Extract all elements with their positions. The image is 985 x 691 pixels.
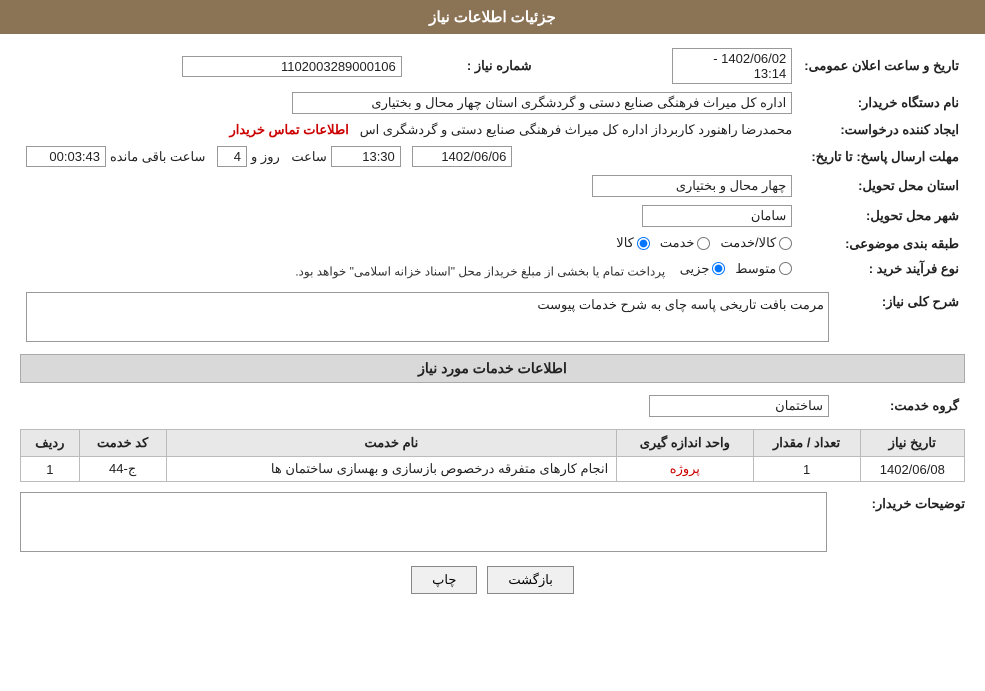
purchase-jozei-label: جزیی	[680, 261, 710, 277]
creator-label: ایجاد کننده درخواست:	[798, 118, 965, 142]
cell-qty: 1	[753, 457, 860, 482]
col-code: کد خدمت	[79, 430, 166, 457]
service-group-row: گروه خدمت: ساختمان	[20, 391, 965, 421]
category-kala-radio[interactable]	[637, 237, 650, 250]
category-radio-group: کالا/خدمت خدمت کالا	[616, 235, 792, 251]
purchase-motavasset-label: متوسط	[735, 261, 776, 277]
purchase-jozei-radio[interactable]	[712, 262, 725, 275]
purchase-jozei-item: جزیی	[680, 261, 726, 277]
cell-date: 1402/06/08	[860, 457, 964, 482]
page-wrapper: جزئیات اطلاعات نیاز تاریخ و ساعت اعلان ع…	[0, 0, 985, 691]
col-unit: واحد اندازه گیری	[617, 430, 753, 457]
row-purchase-type: نوع فرآیند خرید : متوسط جزیی پرداخت	[20, 257, 965, 283]
print-button[interactable]: چاپ	[411, 566, 477, 594]
page-header: جزئیات اطلاعات نیاز	[0, 0, 985, 34]
city-value: سامان	[642, 205, 792, 227]
purchase-motavasset-radio[interactable]	[779, 262, 792, 275]
service-group-value: ساختمان	[649, 395, 829, 417]
category-khedmat-label: خدمت	[660, 235, 695, 251]
row-buyer-org: نام دستگاه خریدار: اداره کل میراث فرهنگی…	[20, 88, 965, 118]
row-need-number: تاریخ و ساعت اعلان عمومی: 1402/06/02 - 1…	[20, 44, 965, 88]
col-rownum: ردیف	[21, 430, 80, 457]
service-group-table: گروه خدمت: ساختمان	[20, 391, 965, 421]
cell-unit: پروژه	[617, 457, 753, 482]
services-table-head: تاریخ نیاز تعداد / مقدار واحد اندازه گیر…	[21, 430, 965, 457]
send-time-label: ساعت	[291, 149, 326, 165]
cell-code: ج-44	[79, 457, 166, 482]
buyer-org-value: اداره کل میراث فرهنگی صنایع دستی و گردشگ…	[292, 92, 792, 114]
category-label: طبقه بندی موضوعی:	[798, 231, 965, 257]
city-label: شهر محل تحویل:	[798, 201, 965, 231]
col-name: نام خدمت	[166, 430, 617, 457]
services-table-header-row: تاریخ نیاز تعداد / مقدار واحد اندازه گیر…	[21, 430, 965, 457]
table-row: 1402/06/08 1 پروژه انجام کارهای متفرقه د…	[21, 457, 965, 482]
need-number-value: 1102003289000106	[182, 56, 402, 77]
row-category: طبقه بندی موضوعی: کالا/خدمت خدمت کالا	[20, 231, 965, 257]
services-table: تاریخ نیاز تعداد / مقدار واحد اندازه گیر…	[20, 429, 965, 482]
page-title: جزئیات اطلاعات نیاز	[429, 9, 556, 26]
general-desc-value: مرمت بافت تاریخی پاسه چای به شرح خدمات پ…	[26, 292, 829, 342]
purchase-type-label: نوع فرآیند خرید :	[798, 257, 965, 283]
general-desc-row: شرح کلی نیاز: مرمت بافت تاریخی پاسه چای …	[20, 288, 965, 346]
category-kala-item: کالا	[616, 235, 650, 251]
creator-value: محمدرضا راهنورد کاربرداز اداره کل میراث …	[360, 122, 793, 137]
buyer-desc-textarea[interactable]	[20, 492, 827, 552]
send-deadline-row: 00:03:43 ساعت باقی مانده 4 روز و ساعت 13…	[26, 146, 792, 167]
category-kala-khedmat-radio[interactable]	[779, 237, 792, 250]
category-kala-label: کالا	[616, 235, 634, 251]
cell-name: انجام کارهای متفرقه درخصوص بازسازی و بهس…	[166, 457, 617, 482]
category-khedmat-radio[interactable]	[697, 237, 710, 250]
col-date: تاریخ نیاز	[860, 430, 964, 457]
row-province: استان محل تحویل: چهار محال و بختیاری	[20, 171, 965, 201]
row-send-deadline: مهلت ارسال پاسخ: تا تاریخ: 00:03:43 ساعت…	[20, 142, 965, 171]
purchase-motavasset-item: متوسط	[735, 261, 792, 277]
send-remaining-label: ساعت باقی مانده	[110, 149, 205, 165]
province-value: چهار محال و بختیاری	[592, 175, 792, 197]
category-kala-khedmat-item: کالا/خدمت	[720, 235, 792, 251]
service-group-label: گروه خدمت:	[835, 391, 965, 421]
category-khedmat-item: خدمت	[660, 235, 711, 251]
send-date-value: 1402/06/06	[412, 146, 512, 167]
back-button[interactable]: بازگشت	[487, 566, 573, 594]
need-number-label: شماره نیاز :	[408, 44, 538, 88]
cell-rownum: 1	[21, 457, 80, 482]
buyer-org-label: نام دستگاه خریدار:	[798, 88, 965, 118]
send-time-value: 13:30	[331, 146, 401, 167]
row-creator: ایجاد کننده درخواست: محمدرضا راهنورد کار…	[20, 118, 965, 142]
services-section-title: اطلاعات خدمات مورد نیاز	[20, 354, 965, 383]
send-deadline-label: مهلت ارسال پاسخ: تا تاریخ:	[798, 142, 965, 171]
content-area: تاریخ و ساعت اعلان عمومی: 1402/06/02 - 1…	[0, 34, 985, 618]
contact-link[interactable]: اطلاعات تماس خریدار	[229, 122, 348, 137]
announce-date-value: 1402/06/02 - 13:14	[672, 48, 792, 84]
purchase-radio-group: متوسط جزیی	[680, 261, 793, 277]
services-table-body: 1402/06/08 1 پروژه انجام کارهای متفرقه د…	[21, 457, 965, 482]
send-days-label: روز و	[251, 149, 280, 165]
purchase-notice: پرداخت تمام یا بخشی از مبلغ خریداز محل "…	[295, 264, 665, 278]
category-kala-khedmat-label: کالا/خدمت	[720, 235, 776, 251]
buyer-desc-area: توضیحات خریدار:	[20, 492, 965, 552]
info-table: تاریخ و ساعت اعلان عمومی: 1402/06/02 - 1…	[20, 44, 965, 282]
general-desc-label: شرح کلی نیاز:	[835, 288, 965, 346]
general-desc-table: شرح کلی نیاز: مرمت بافت تاریخی پاسه چای …	[20, 288, 965, 346]
row-city: شهر محل تحویل: سامان	[20, 201, 965, 231]
button-row: بازگشت چاپ	[20, 566, 965, 594]
send-remaining-value: 00:03:43	[26, 146, 106, 167]
province-label: استان محل تحویل:	[798, 171, 965, 201]
announce-date-label: تاریخ و ساعت اعلان عمومی:	[798, 44, 965, 88]
col-qty: تعداد / مقدار	[753, 430, 860, 457]
buyer-desc-label: توضیحات خریدار:	[835, 492, 965, 512]
send-days-value: 4	[217, 146, 247, 167]
